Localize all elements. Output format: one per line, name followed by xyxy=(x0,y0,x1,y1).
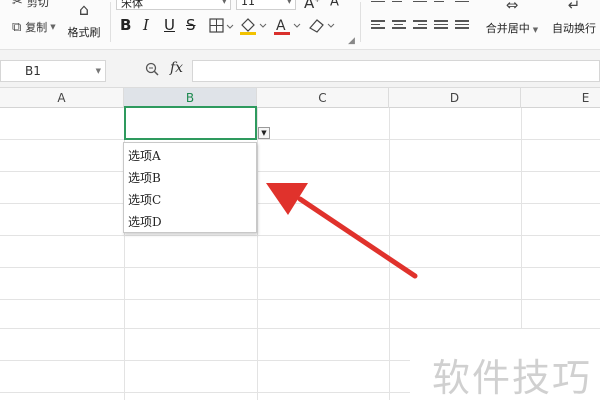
watermark: 软件技巧 xyxy=(431,356,592,400)
font-color-button[interactable]: A xyxy=(272,16,304,36)
divider xyxy=(110,2,111,42)
chevron-down-icon: ▼ xyxy=(50,23,56,31)
gridline xyxy=(257,108,258,400)
dropdown-option[interactable]: 选项C xyxy=(124,189,256,211)
wrap-text-button[interactable]: ↵ 自动换行 xyxy=(544,0,600,36)
selected-cell-b1[interactable] xyxy=(124,106,257,140)
gridline xyxy=(0,299,600,300)
chevron-down-icon: ▼ xyxy=(532,26,539,34)
gridline xyxy=(0,328,600,329)
gridline xyxy=(0,267,600,268)
gridline xyxy=(0,392,410,393)
format-painter-icon: ⌂ xyxy=(78,0,90,19)
gridline xyxy=(0,171,600,172)
borders-button[interactable] xyxy=(209,18,235,34)
decrease-font-size-icon[interactable]: A- xyxy=(330,0,341,9)
merge-cells-icon: ⇔ xyxy=(505,0,519,14)
dropdown-option[interactable]: 选项B xyxy=(124,167,256,189)
bold-button[interactable]: B xyxy=(120,16,131,34)
middle-align-icon[interactable] xyxy=(392,0,406,9)
gridline xyxy=(0,203,600,204)
justify-icon[interactable] xyxy=(434,20,448,32)
dropdown-option[interactable]: 选项A xyxy=(124,145,256,167)
wrap-text-icon: ↵ xyxy=(567,0,581,14)
dropdown-arrow-button[interactable]: ▼ xyxy=(258,127,270,139)
column-header-b[interactable]: B xyxy=(124,88,257,108)
column-header-a[interactable]: A xyxy=(0,88,124,108)
distributed-align-icon[interactable] xyxy=(455,20,469,32)
top-align-icon[interactable] xyxy=(371,0,385,9)
font-size-select[interactable]: 11 ▼ xyxy=(236,0,296,10)
merge-center-button[interactable]: ⇔ 合并居中 ▼ xyxy=(482,0,542,36)
scissors-icon: ✂ xyxy=(12,0,23,10)
align-left-icon[interactable] xyxy=(371,20,385,32)
align-center-icon[interactable] xyxy=(392,20,406,32)
gridline xyxy=(0,139,600,140)
validation-dropdown-list: 选项A 选项B 选项C 选项D xyxy=(123,142,257,233)
increase-indent-icon[interactable] xyxy=(455,0,469,9)
copy-icon: ⧉ xyxy=(12,19,22,35)
dropdown-option[interactable]: 选项D xyxy=(124,211,256,233)
chevron-down-icon: ▼ xyxy=(261,129,267,137)
gridline xyxy=(0,235,600,236)
divider xyxy=(360,2,361,42)
decrease-indent-icon[interactable] xyxy=(434,0,448,9)
svg-text:A: A xyxy=(276,18,286,34)
formula-input[interactable] xyxy=(192,60,600,82)
underline-button[interactable]: U xyxy=(164,16,175,34)
ribbon-toolbar: ✂ 剪切 ⧉ 复制 ▼ ⌂ 格式刷 宋体 ▼ 11 ▼ A+ A- B I U … xyxy=(0,0,600,50)
name-box[interactable]: B1 ▼ xyxy=(0,60,106,82)
cut-button[interactable]: ✂ 剪切 xyxy=(12,0,49,10)
increase-font-size-icon[interactable]: A+ xyxy=(304,0,320,12)
spreadsheet-window: ✂ 剪切 ⧉ 复制 ▼ ⌂ 格式刷 宋体 ▼ 11 ▼ A+ A- B I U … xyxy=(0,0,600,400)
copy-button[interactable]: ⧉ 复制 ▼ xyxy=(12,19,56,35)
column-header-d[interactable]: D xyxy=(389,88,521,108)
strikethrough-button[interactable]: S xyxy=(186,16,196,34)
bottom-align-icon[interactable] xyxy=(413,0,427,9)
fill-color-button[interactable] xyxy=(238,16,270,36)
formula-bar: B1 ▼ fx xyxy=(0,50,600,88)
italic-button[interactable]: I xyxy=(143,16,149,34)
format-painter-button[interactable]: ⌂ 格式刷 xyxy=(64,0,104,40)
gridline xyxy=(0,360,410,361)
gridline xyxy=(521,108,522,328)
zoom-icon[interactable] xyxy=(145,62,159,76)
font-group-expand-icon[interactable]: ◢ xyxy=(348,36,355,46)
gridline xyxy=(389,108,390,400)
fx-icon[interactable]: fx xyxy=(170,60,183,76)
column-header-e[interactable]: E xyxy=(521,88,600,108)
align-right-icon[interactable] xyxy=(413,20,427,32)
column-header-row: A B C D E xyxy=(0,88,600,108)
chevron-down-icon: ▼ xyxy=(95,67,101,75)
font-name-select[interactable]: 宋体 ▼ xyxy=(116,0,231,10)
chevron-down-icon: ▼ xyxy=(221,0,227,5)
clear-format-button[interactable] xyxy=(306,16,338,36)
column-header-c[interactable]: C xyxy=(257,88,389,108)
chevron-down-icon: ▼ xyxy=(286,0,292,5)
